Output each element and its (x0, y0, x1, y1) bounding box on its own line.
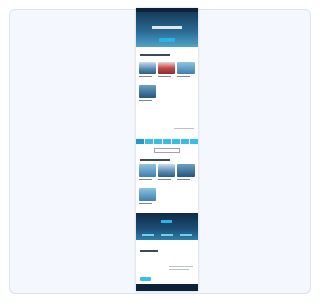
tab-5[interactable] (172, 139, 180, 144)
tab-2[interactable] (145, 139, 153, 144)
section-note (174, 128, 194, 129)
yacht-photo[interactable] (139, 85, 156, 98)
tab-6[interactable] (181, 139, 189, 144)
yacht-photo[interactable] (177, 62, 195, 74)
hero-button[interactable] (159, 38, 175, 42)
tab-3[interactable] (154, 139, 162, 144)
tab-1[interactable] (136, 139, 144, 144)
card-caption (158, 76, 171, 77)
sea-photo[interactable] (139, 188, 156, 201)
hero-title (152, 26, 182, 29)
card-caption (139, 203, 152, 204)
yacht-photo[interactable] (177, 164, 195, 177)
yacht-photo[interactable] (158, 62, 175, 74)
card-caption (139, 179, 152, 180)
card-caption (139, 76, 152, 77)
promo-box (154, 148, 180, 153)
contact-button[interactable] (140, 277, 151, 281)
top-navigation-bar[interactable] (136, 8, 198, 12)
tab-7[interactable] (190, 139, 198, 144)
contact-note (169, 269, 189, 270)
card-caption (177, 179, 190, 180)
banner-button[interactable] (142, 234, 154, 236)
banner-label (161, 220, 172, 223)
card-caption (177, 76, 190, 77)
section-title (140, 54, 170, 56)
card-caption (158, 179, 171, 180)
sea-photo[interactable] (139, 164, 156, 177)
banner-button[interactable] (161, 234, 173, 236)
contact-note (169, 266, 193, 267)
webpage-screenshot[interactable] (136, 8, 198, 291)
yacht-photo[interactable] (139, 62, 156, 74)
banner-button[interactable] (180, 234, 192, 236)
yacht-photo[interactable] (158, 164, 175, 177)
category-tabs (136, 139, 198, 144)
card-caption (139, 100, 152, 101)
contact-title (140, 250, 158, 252)
page-footer (136, 284, 198, 291)
section-title (140, 159, 170, 161)
tab-4[interactable] (163, 139, 171, 144)
